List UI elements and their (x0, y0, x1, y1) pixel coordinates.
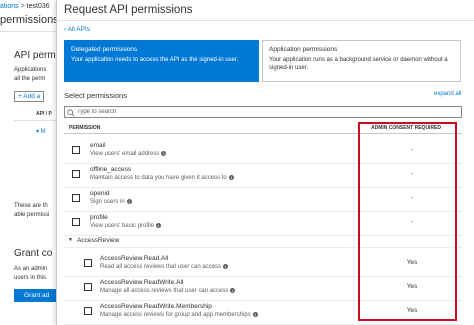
permission-checkbox[interactable] (84, 307, 92, 315)
description-line: all the perm (14, 76, 46, 82)
permissions-footer-text: These are th able permissi (14, 202, 49, 220)
permission-checkbox[interactable] (72, 170, 80, 178)
permission-name: AccessReview.ReadWrite.Membership (100, 303, 212, 310)
info-icon[interactable]: i (223, 264, 229, 269)
add-permission-button[interactable]: + Add a (14, 91, 45, 102)
api-column-header: API / P (36, 111, 52, 117)
card-description: Your application needs to access the API… (71, 57, 239, 63)
select-permissions-label: Select permissions (64, 91, 127, 100)
permission-description: Sign users in i (90, 199, 132, 205)
permission-name: profile (90, 214, 108, 221)
delegated-permissions-card[interactable]: Delegated permissions Your application n… (64, 40, 259, 82)
card-title: Delegated permissions (71, 46, 138, 53)
permission-checkbox[interactable] (72, 194, 80, 202)
grant-consent-description: As an admin users in this (14, 265, 47, 283)
permission-name: email (90, 142, 106, 149)
breadcrumb-separator: > (18, 3, 27, 10)
description-text: Read all access reviews that user can ac… (100, 264, 222, 271)
info-icon[interactable]: i (161, 151, 167, 156)
description-text: Manage access reviews for group and app … (100, 312, 251, 319)
search-input[interactable] (77, 107, 457, 117)
permission-description: View users' email address i (90, 151, 167, 158)
permission-description: Manage all access reviews that user can … (100, 288, 236, 295)
description-text: Manage all access reviews that user can … (100, 288, 229, 295)
application-permissions-card[interactable]: Application permissions Your application… (262, 40, 461, 82)
search-icon (67, 109, 75, 117)
breadcrumb: ations > test036 (0, 3, 50, 10)
info-icon[interactable]: i (156, 223, 162, 228)
breadcrumb-link[interactable]: ations (0, 3, 19, 10)
divider (0, 31, 60, 32)
permission-name: AccessReview.Read.All (100, 255, 169, 262)
description-text: View users' email address (90, 151, 160, 158)
card-description: Your application runs as a background se… (269, 57, 448, 71)
admin-consent-highlight-box (358, 122, 457, 321)
permission-column-header: PERMISSION (69, 125, 101, 131)
footer-line: able permissi (14, 212, 50, 218)
api-permissions-heading: API perm (14, 50, 56, 61)
permission-name: openid (90, 190, 110, 197)
page-title: permissions (0, 14, 59, 26)
permission-description: Maintain access to data you have given i… (90, 175, 234, 181)
chevron-down-icon: ▼ (68, 237, 73, 243)
expand-all-link[interactable]: expand all (434, 91, 461, 97)
group-name: AccessReview (77, 237, 120, 244)
permission-checkbox[interactable] (84, 259, 92, 267)
permission-checkbox[interactable] (72, 146, 80, 154)
api-group-expander[interactable]: ▾ M (36, 128, 46, 135)
divider (57, 20, 474, 21)
permission-name: AccessReview.ReadWrite.All (100, 279, 184, 286)
api-permissions-description: Applications all the perm (14, 66, 46, 84)
card-title: Application permissions (269, 46, 338, 53)
permission-description: Manage access reviews for group and app … (100, 312, 258, 318)
all-apis-link[interactable]: ‹ All APIs (64, 26, 90, 33)
info-icon[interactable]: i (252, 312, 258, 317)
footer-line: These are th (14, 203, 48, 209)
info-icon[interactable]: i (228, 175, 234, 180)
info-icon[interactable]: i (230, 288, 236, 293)
permission-checkbox[interactable] (72, 218, 80, 226)
permission-checkbox[interactable] (84, 283, 92, 291)
description-text: Sign users in (90, 199, 125, 206)
description-line: users in this (14, 275, 47, 281)
grant-admin-consent-button[interactable]: Grant ad (14, 289, 60, 302)
description-text: View users' basic profile (90, 223, 155, 230)
search-box[interactable] (64, 106, 462, 118)
permission-description: Read all access reviews that user can ac… (100, 264, 229, 271)
info-icon[interactable]: i (126, 199, 132, 204)
permission-name: offline_access (90, 166, 132, 173)
breadcrumb-current: test036 (26, 3, 50, 10)
description-line: Applications (14, 67, 47, 73)
divider (14, 120, 60, 121)
grant-consent-heading: Grant co (14, 248, 53, 259)
background-portal: ations > test036 permissions API perm Ap… (0, 0, 60, 325)
panel-title: Request API permissions (64, 4, 193, 16)
description-text: Maintain access to data you have given i… (90, 175, 227, 182)
permission-description: View users' basic profile i (90, 223, 162, 230)
description-line: As an admin (14, 266, 48, 272)
